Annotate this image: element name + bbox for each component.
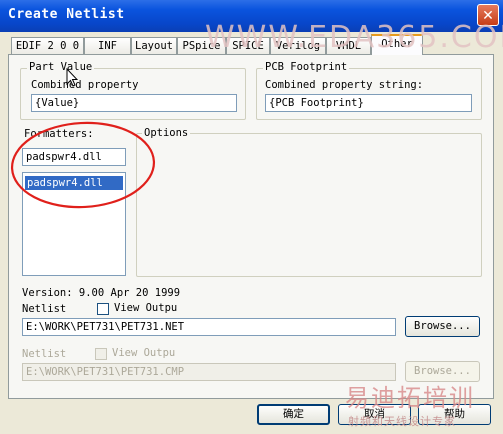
options-group <box>136 133 482 277</box>
watermark-top: WWW.EDA365.COM <box>205 20 503 55</box>
netlist-path-field[interactable]: E:\WORK\PET731\PET731.NET <box>22 318 396 336</box>
ok-button[interactable]: 确定 <box>257 404 330 425</box>
view-output-label: View Outpu <box>114 302 178 314</box>
version-text: Version: 9.00 Apr 20 1999 <box>22 287 181 299</box>
netlist2-label: Netlist <box>22 348 67 360</box>
annotation-ellipse <box>10 121 156 209</box>
part-value-prop-label: Combined property <box>31 79 139 91</box>
watermark-bottom-sub: 射频和天线设计专家 <box>348 415 456 428</box>
create-netlist-dialog: Create Netlist ✕ WWW.EDA365.COM EDIF 2 0… <box>0 0 503 434</box>
tab-inf[interactable]: INF <box>84 37 131 54</box>
view-output2-label: View Outpu <box>112 347 176 359</box>
window-title: Create Netlist <box>8 7 125 22</box>
part-value-field[interactable]: {Value} <box>31 94 237 112</box>
tab-edif[interactable]: EDIF 2 0 0 <box>11 37 84 54</box>
netlist2-path-field[interactable]: E:\WORK\PET731\PET731.CMP <box>22 363 396 381</box>
mouse-cursor-icon <box>66 68 78 87</box>
pcb-footprint-prop-label: Combined property string: <box>265 79 424 91</box>
view-output2-checkbox[interactable] <box>95 348 107 360</box>
part-value-legend: Part Value <box>27 61 95 73</box>
view-output-checkbox[interactable] <box>97 303 109 315</box>
netlist-label: Netlist <box>22 303 67 315</box>
tab-layout[interactable]: Layout <box>131 37 177 54</box>
browse-button[interactable]: Browse... <box>405 316 480 337</box>
pcb-footprint-legend: PCB Footprint <box>263 61 350 73</box>
watermark-bottom: 易迪拓培训 <box>345 384 475 412</box>
pcb-footprint-field[interactable]: {PCB Footprint} <box>265 94 472 112</box>
